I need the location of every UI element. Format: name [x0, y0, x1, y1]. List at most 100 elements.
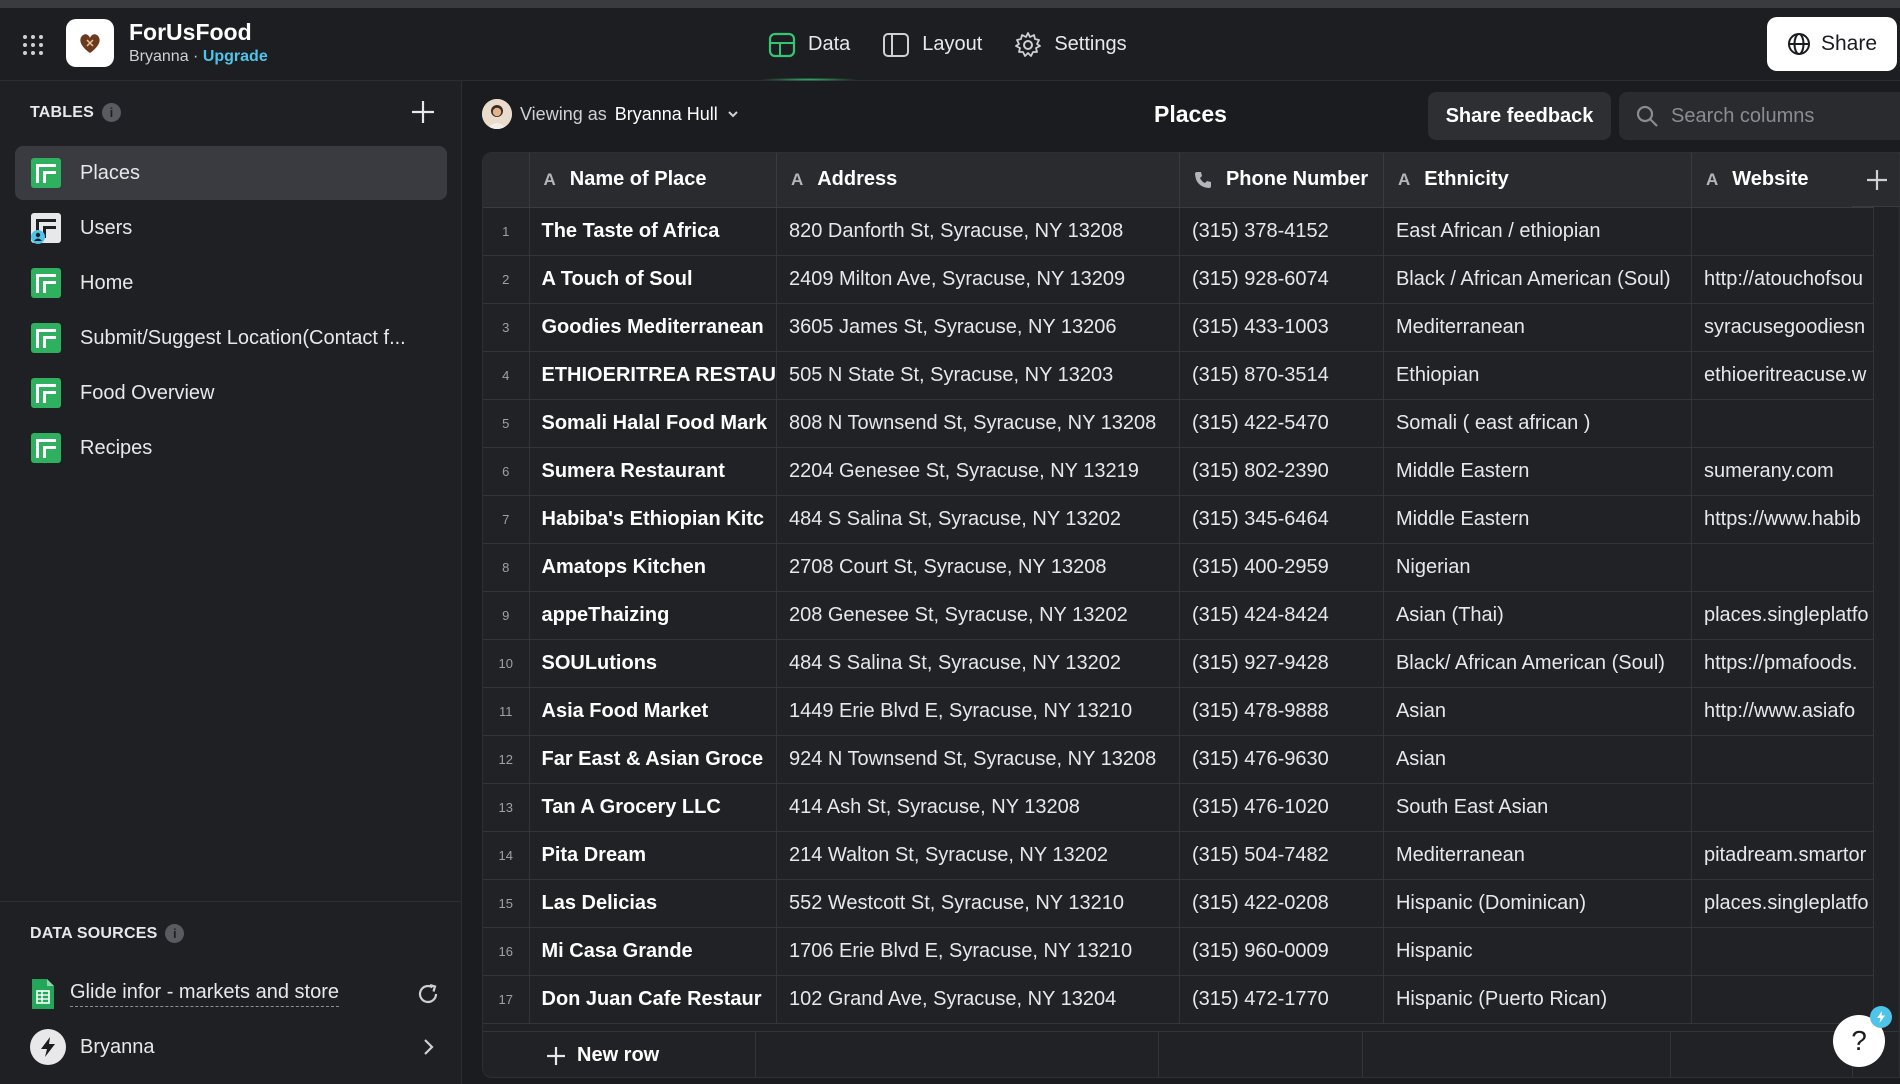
cell-name[interactable]: Las Delicias [529, 879, 777, 928]
cell-ethnicity[interactable]: Black / African American (Soul) [1383, 255, 1692, 304]
cell-ethnicity[interactable]: Hispanic (Dominican) [1383, 879, 1692, 928]
cell-name[interactable]: Goodies Mediterranean [529, 303, 777, 352]
cell-ethnicity[interactable]: Middle Eastern [1383, 495, 1692, 544]
cell-name[interactable]: Asia Food Market [529, 687, 777, 736]
table-row[interactable]: 2A Touch of Soul 2409 Milton Ave, Syracus… [483, 255, 1874, 304]
cell-address[interactable]: 3605 James St, Syracuse, NY 13206 [776, 303, 1180, 352]
cell-website[interactable]: ethioeritreacuse.w [1691, 351, 1874, 400]
cell-name[interactable]: Sumera Restaurant [529, 447, 777, 496]
cell-address[interactable]: 1449 Erie Blvd E, Syracuse, NY 13210 [776, 687, 1180, 736]
app-logo[interactable] [66, 19, 114, 67]
cell-phone[interactable]: (315) 960-0009 [1179, 927, 1384, 976]
cell-phone[interactable]: (315) 472-1770 [1179, 975, 1384, 1024]
cell-phone[interactable]: (315) 476-9630 [1179, 735, 1384, 784]
cell-address[interactable]: 208 Genesee St, Syracuse, NY 13202 [776, 591, 1180, 640]
add-table-icon[interactable] [410, 99, 436, 125]
share-button[interactable]: Share [1767, 17, 1897, 71]
cell-phone[interactable]: (315) 433-1003 [1179, 303, 1384, 352]
column-header-phone-number[interactable]: Phone Number [1179, 153, 1384, 208]
info-icon[interactable]: i [165, 924, 185, 943]
cell-website[interactable]: places.singleplatfo [1691, 879, 1874, 928]
cell-phone[interactable]: (315) 928-6074 [1179, 255, 1384, 304]
cell-name[interactable]: appeThaizing [529, 591, 777, 640]
table-row[interactable]: 4 ETHIOERITREA RESTAU 505 N State St, Syra… [483, 351, 1874, 400]
cell-address[interactable]: 414 Ash St, Syracuse, NY 13208 [776, 783, 1180, 832]
cell-website[interactable] [1691, 735, 1874, 784]
tab-settings[interactable]: Settings [998, 8, 1142, 81]
cell-name[interactable]: ETHIOERITREA RESTAU [529, 351, 777, 400]
cell-phone[interactable]: (315) 422-5470 [1179, 399, 1384, 448]
cell-website[interactable]: http://atouchofsou [1691, 255, 1874, 304]
viewing-as-selector[interactable]: Viewing as Bryanna Hull [482, 99, 740, 129]
cell-address[interactable]: 484 S Salina St, Syracuse, NY 13202 [776, 639, 1180, 688]
cell-name[interactable]: The Taste of Africa [529, 207, 777, 256]
cell-address[interactable]: 808 N Townsend St, Syracuse, NY 13208 [776, 399, 1180, 448]
tab-data[interactable]: Data [752, 8, 866, 81]
cell-address[interactable]: 2204 Genesee St, Syracuse, NY 13219 [776, 447, 1180, 496]
cell-ethnicity[interactable]: Black/ African American (Soul) [1383, 639, 1692, 688]
cell-name[interactable]: Somali Halal Food Mark [529, 399, 777, 448]
table-row[interactable]: 6 Sumera Restaurant 2204 Genesee St, Syrac… [483, 447, 1874, 496]
cell-ethnicity[interactable]: Hispanic (Puerto Rican) [1383, 975, 1692, 1024]
new-row-button[interactable]: New row [545, 1044, 659, 1067]
sidebar-item-users[interactable]: Users [15, 201, 447, 255]
cell-address[interactable]: 102 Grand Ave, Syracuse, NY 13204 [776, 975, 1180, 1024]
cell-name[interactable]: A Touch of Soul [529, 255, 777, 304]
cell-ethnicity[interactable]: Nigerian [1383, 543, 1692, 592]
cell-ethnicity[interactable]: South East Asian [1383, 783, 1692, 832]
app-grid-icon[interactable] [22, 34, 44, 56]
cell-ethnicity[interactable]: Ethiopian [1383, 351, 1692, 400]
table-row[interactable]: 11 Asia Food Market 1449 Erie Blvd E, Syr… [483, 687, 1874, 736]
cell-website[interactable]: https://www.habib [1691, 495, 1874, 544]
cell-website[interactable] [1691, 975, 1874, 1024]
table-row[interactable]: 12 Far East & Asian Groce 924 N Townsend S… [483, 735, 1874, 784]
cell-name[interactable]: SOULutions [529, 639, 777, 688]
add-column-button[interactable] [1852, 153, 1899, 207]
cell-website[interactable] [1691, 207, 1874, 256]
cell-ethnicity[interactable]: Middle Eastern [1383, 447, 1692, 496]
cell-phone[interactable]: (315) 870-3514 [1179, 351, 1384, 400]
cell-website[interactable]: https://pmafoods. [1691, 639, 1874, 688]
cell-name[interactable]: Don Juan Cafe Restaur [529, 975, 777, 1024]
data-source-item[interactable]: Glide infor - markets and store [30, 974, 440, 1014]
table-row[interactable]: 8 Amatops Kitchen 2708 Court St, Syracuse,… [483, 543, 1874, 592]
column-header-address[interactable]: A Address [776, 153, 1180, 208]
cell-website[interactable]: places.singleplatfo [1691, 591, 1874, 640]
cell-phone[interactable]: (315) 504-7482 [1179, 831, 1384, 880]
cell-name[interactable]: Far East & Asian Groce [529, 735, 777, 784]
sidebar-item-submit-suggest-location[interactable]: Submit/Suggest Location(Contact f... [15, 311, 447, 365]
cell-name[interactable]: Tan A Grocery LLC [529, 783, 777, 832]
search-columns-input[interactable] [1671, 104, 1891, 128]
table-row[interactable]: 16 Mi Casa Grande 1706 Erie Blvd E, Syracu… [483, 927, 1874, 976]
cell-ethnicity[interactable]: Hispanic [1383, 927, 1692, 976]
table-row[interactable]: 5 Somali Halal Food Mark 808 N Townsend St… [483, 399, 1874, 448]
upgrade-link[interactable]: Upgrade [203, 48, 268, 65]
cell-address[interactable]: 2409 Milton Ave, Syracuse, NY 13209 [776, 255, 1180, 304]
cell-address[interactable]: 214 Walton St, Syracuse, NY 13202 [776, 831, 1180, 880]
cell-address[interactable]: 484 S Salina St, Syracuse, NY 13202 [776, 495, 1180, 544]
cell-ethnicity[interactable]: Asian [1383, 687, 1692, 736]
cell-website[interactable] [1691, 783, 1874, 832]
table-row[interactable]: 15 Las Delicias 552 Westcott St, Syracuse,… [483, 879, 1874, 928]
cell-ethnicity[interactable]: Mediterranean [1383, 303, 1692, 352]
cell-address[interactable]: 924 N Townsend St, Syracuse, NY 13208 [776, 735, 1180, 784]
tab-layout[interactable]: Layout [866, 8, 998, 81]
cell-website[interactable] [1691, 399, 1874, 448]
cell-website[interactable] [1691, 927, 1874, 976]
table-row[interactable]: 7 Habiba's Ethiopian Kitc 484 S Salina St,… [483, 495, 1874, 544]
cell-ethnicity[interactable]: Asian (Thai) [1383, 591, 1692, 640]
share-feedback-button[interactable]: Share feedback [1428, 92, 1611, 140]
cell-phone[interactable]: (315) 478-9888 [1179, 687, 1384, 736]
cell-address[interactable]: 552 Westcott St, Syracuse, NY 13210 [776, 879, 1180, 928]
cell-website[interactable]: http://www.asiafo [1691, 687, 1874, 736]
cell-phone[interactable]: (315) 802-2390 [1179, 447, 1384, 496]
user-account-item[interactable]: Bryanna [30, 1026, 440, 1068]
cell-phone[interactable]: (315) 476-1020 [1179, 783, 1384, 832]
table-row[interactable]: 9 appeThaizing 208 Genesee St, Syracuse, N… [483, 591, 1874, 640]
column-header-name-of-place[interactable]: A Name of Place [529, 153, 777, 208]
sidebar-item-home[interactable]: Home [15, 256, 447, 310]
search-columns-box[interactable] [1619, 92, 1900, 140]
cell-phone[interactable]: (315) 927-9428 [1179, 639, 1384, 688]
cell-ethnicity[interactable]: East African / ethiopian [1383, 207, 1692, 256]
table-row[interactable]: 3 Goodies Mediterranean 3605 James St, Syr… [483, 303, 1874, 352]
